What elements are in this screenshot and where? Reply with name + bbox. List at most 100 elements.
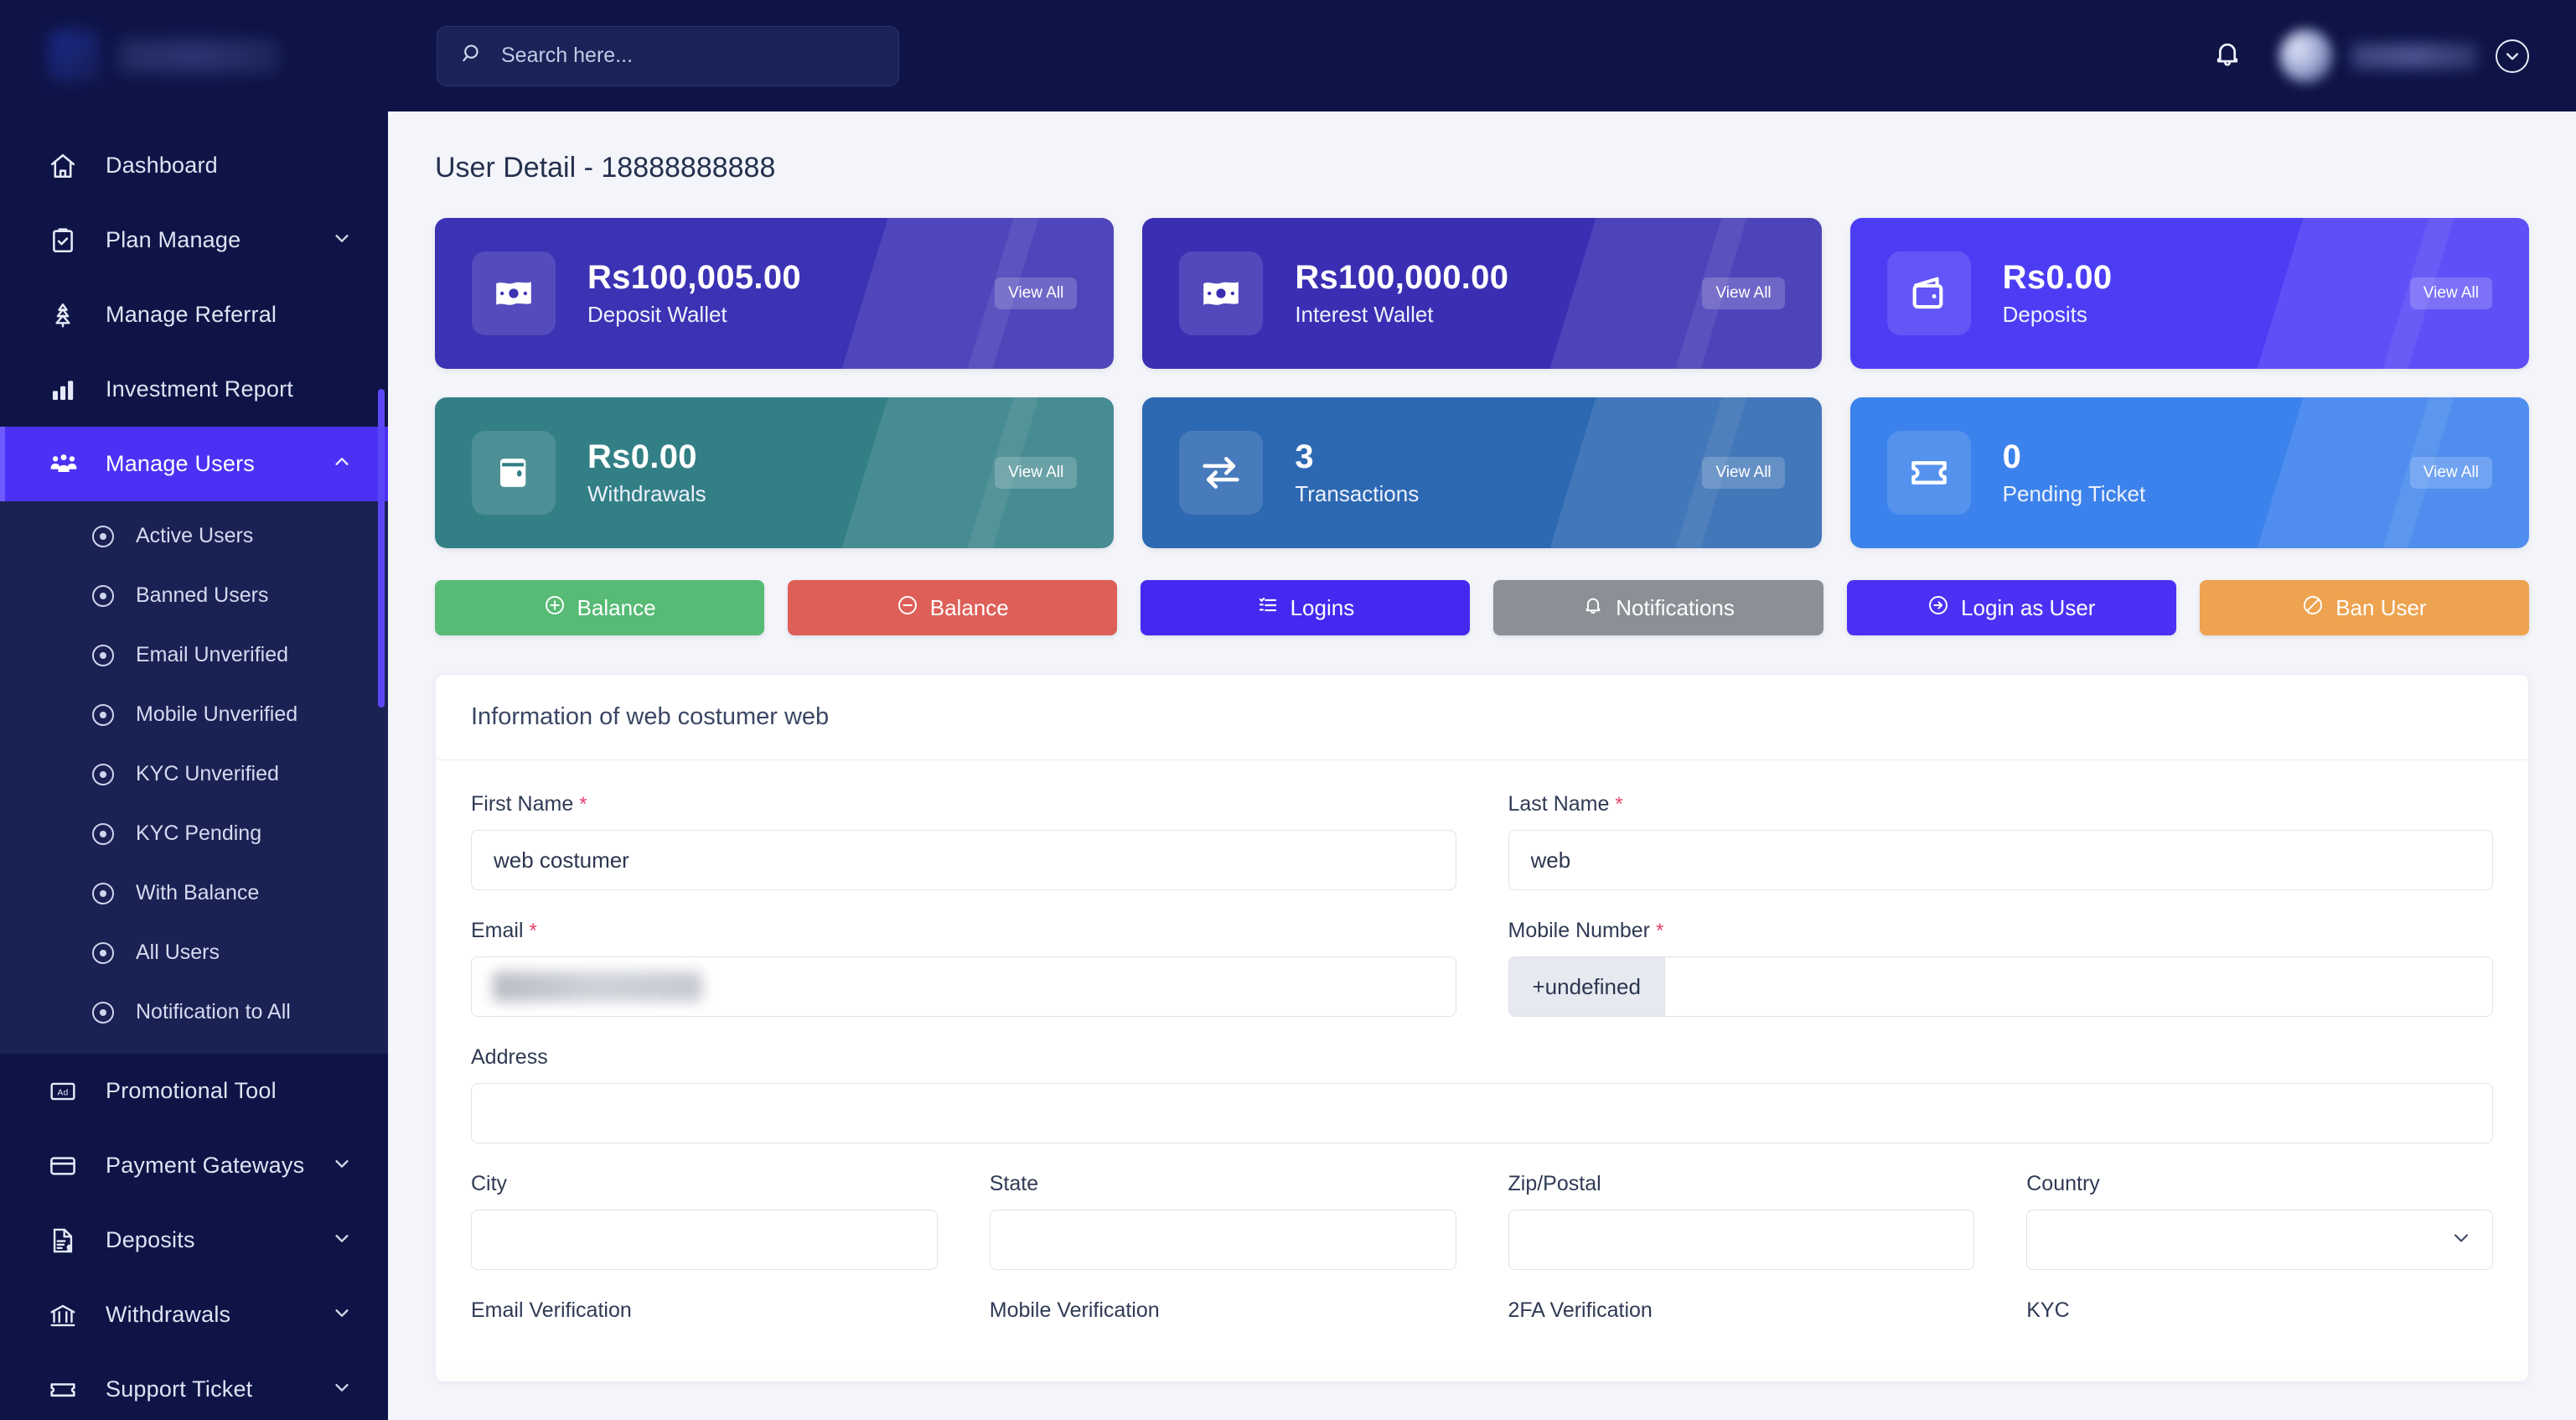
sidebar-item-withdrawals[interactable]: Withdrawals [0,1277,388,1352]
required-asterisk: * [1656,920,1664,942]
state-input[interactable] [989,1210,1456,1270]
search-input[interactable] [501,44,875,68]
form-row-address: Address [471,1045,2493,1143]
sidebar-subitem-with-balance[interactable]: With Balance [0,863,388,923]
view-all-button[interactable]: View All [2409,277,2492,309]
field-2fa-verification: 2FA Verification [1508,1298,1975,1336]
topbar [388,0,2576,111]
notifications-button[interactable]: Notifications [1493,580,1823,635]
view-all-button[interactable]: View All [1702,277,1785,309]
sidebar-subitem-label: Active Users [136,524,254,547]
sidebar-subitem-label: Mobile Unverified [136,702,298,726]
add-balance-button[interactable]: Balance [435,580,765,635]
sidebar-item-payment-gateways[interactable]: Payment Gateways [0,1128,388,1203]
first-name-label: First Name [471,792,574,816]
exchange-arrows-icon [1179,431,1264,515]
stat-value: Rs100,005.00 [587,259,801,297]
radio-dot-icon [92,882,114,904]
sidebar-item-promotional-tool[interactable]: Ad Promotional Tool [0,1054,388,1128]
login-as-user-button[interactable]: Login as User [1846,580,2176,635]
field-label: Email * [471,919,1456,943]
sidebar-nav: Dashboard Plan Manage Manage Referral In… [0,111,388,1420]
sidebar-item-label: Investment Report [106,376,294,402]
sidebar-item-label: Payment Gateways [106,1153,305,1178]
sidebar-subitem-kyc-unverified[interactable]: KYC Unverified [0,744,388,804]
topbar-right [2212,29,2529,83]
view-all-button[interactable]: View All [2409,457,2492,489]
stat-label: Interest Wallet [1295,301,1434,327]
avatar [2279,29,2333,83]
state-label: State [989,1172,1039,1195]
button-label: Notifications [1616,594,1735,620]
sidebar-subitem-all-users[interactable]: All Users [0,923,388,982]
user-profile-menu[interactable] [2279,29,2529,83]
address-input[interactable] [471,1083,2493,1143]
wallet-closed-icon [472,431,556,515]
stat-text: Rs100,005.00 Deposit Wallet [587,259,801,328]
clipboard-check-icon [49,226,87,255]
form-row-location: City State Zip/Postal Country [471,1172,2493,1270]
field-country: Country [2026,1172,2493,1270]
stat-card-pending-ticket[interactable]: 0 Pending Ticket View All [1849,397,2529,548]
invoice-dollar-icon [49,1226,87,1255]
stat-card-interest-wallet[interactable]: Rs100,000.00 Interest Wallet View All [1142,218,1822,369]
sidebar-subitem-kyc-pending[interactable]: KYC Pending [0,804,388,863]
logins-button[interactable]: Logins [1141,580,1471,635]
sidebar-item-plan-manage[interactable]: Plan Manage [0,203,388,277]
view-all-button[interactable]: View All [1702,457,1785,489]
brand-wordmark [119,39,278,73]
stat-label: Deposits [2002,301,2087,327]
sidebar-subitem-label: KYC Pending [136,821,262,845]
sidebar-item-label: Plan Manage [106,227,241,252]
sidebar-subitem-banned-users[interactable]: Banned Users [0,566,388,625]
city-input[interactable] [471,1210,938,1270]
stat-label: Withdrawals [587,480,706,506]
chevron-down-circle-icon[interactable] [2496,39,2529,73]
button-label: Logins [1290,594,1355,620]
sidebar-item-deposits[interactable]: Deposits [0,1203,388,1277]
sidebar-item-support-ticket[interactable]: Support Ticket [0,1352,388,1420]
zip-postal-input[interactable] [1508,1210,1975,1270]
stat-text: 3 Transactions [1295,438,1419,507]
stat-card-transactions[interactable]: 3 Transactions View All [1142,397,1822,548]
radio-dot-icon [92,822,114,845]
sidebar-subitem-active-users[interactable]: Active Users [0,506,388,566]
stat-value: Rs0.00 [2002,259,2113,297]
sidebar-subitem-email-unverified[interactable]: Email Unverified [0,625,388,685]
search-icon [461,42,484,70]
email-redacted-value [493,972,702,1002]
first-name-input[interactable] [471,830,1456,890]
email-input-wrap [471,956,1456,1017]
chevron-up-icon [333,451,351,477]
sidebar-item-manage-users[interactable]: Manage Users [0,427,388,501]
sidebar-subitem-label: All Users [136,941,220,964]
sidebar-subitem-notification-to-all[interactable]: Notification to All [0,982,388,1042]
brand-logo[interactable] [0,0,388,111]
search-box[interactable] [437,25,899,86]
mobile-number-input[interactable] [1663,956,2493,1017]
bank-icon [49,1301,87,1329]
sidebar-item-label: Promotional Tool [106,1078,277,1103]
subtract-balance-button[interactable]: Balance [788,580,1118,635]
sidebar-item-investment-report[interactable]: Investment Report [0,352,388,427]
view-all-button[interactable]: View All [995,277,1078,309]
bell-icon[interactable] [2212,39,2242,73]
sidebar-item-dashboard[interactable]: Dashboard [0,128,388,203]
field-label: Country [2026,1172,2493,1196]
sidebar-scrollbar[interactable] [378,389,385,707]
stat-card-withdrawals[interactable]: Rs0.00 Withdrawals View All [435,397,1115,548]
sidebar-subitem-mobile-unverified[interactable]: Mobile Unverified [0,685,388,744]
stat-card-deposits[interactable]: Rs0.00 Deposits View All [1849,218,2529,369]
sidebar-item-manage-referral[interactable]: Manage Referral [0,277,388,352]
country-code-prefix: +undefined [1508,956,1664,1017]
country-select[interactable] [2026,1210,2493,1270]
ban-user-button[interactable]: Ban User [2199,580,2529,635]
country-select-wrap [2026,1210,2493,1270]
field-label: Zip/Postal [1508,1172,1975,1196]
last-name-input[interactable] [1508,830,2493,890]
ad-icon: Ad [49,1077,87,1106]
view-all-button[interactable]: View All [995,457,1078,489]
field-last-name: Last Name * [1508,792,2493,890]
stat-card-deposit-wallet[interactable]: Rs100,005.00 Deposit Wallet View All [435,218,1115,369]
email-verification-label: Email Verification [471,1298,632,1322]
